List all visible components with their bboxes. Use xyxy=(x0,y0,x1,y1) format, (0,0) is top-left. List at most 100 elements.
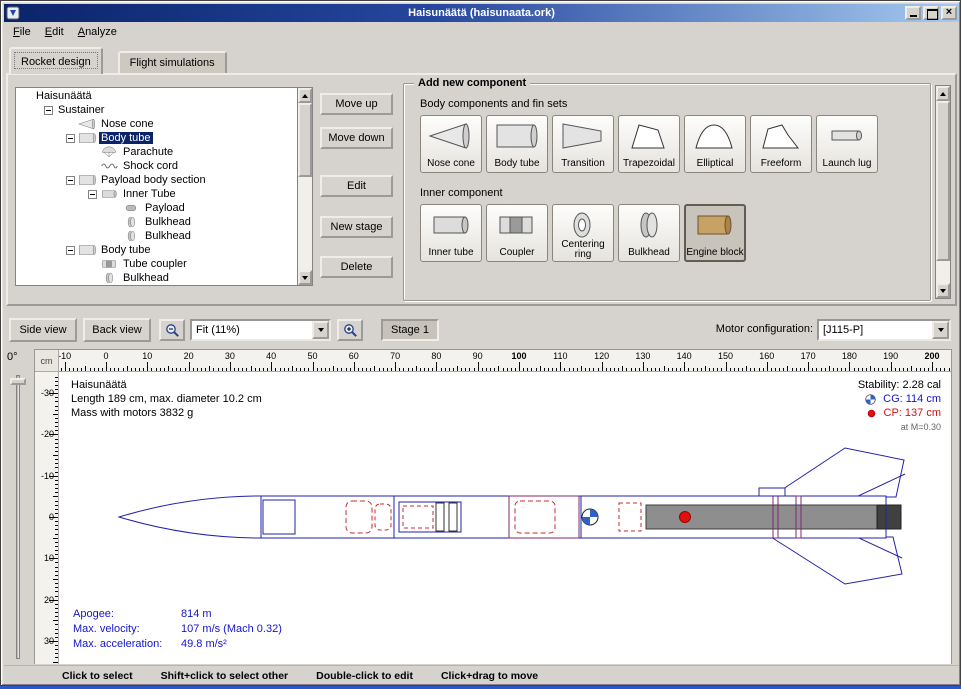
tab-flight-simulations[interactable]: Flight simulations xyxy=(118,51,227,73)
expander-minus-icon[interactable] xyxy=(66,246,75,255)
tree-item-payload[interactable]: Payload xyxy=(16,201,297,215)
tree-item-label: Inner Tube xyxy=(121,188,178,200)
rocket-mass: Mass with motors 3832 g xyxy=(71,406,262,420)
section-label-inner-component: Inner component xyxy=(420,187,930,199)
scrollbar-track[interactable] xyxy=(298,103,312,270)
title-bar[interactable]: Haisunäätä (haisunaata.ork) × xyxy=(4,4,959,22)
add-nose-cone-button[interactable]: Nose cone xyxy=(420,115,482,173)
tree-item-label: Parachute xyxy=(121,146,175,158)
motor-configuration-label: Motor configuration: xyxy=(665,323,813,335)
side-view-button[interactable]: Side view xyxy=(9,318,77,342)
chevron-down-icon[interactable] xyxy=(932,321,949,339)
scroll-down-button[interactable] xyxy=(298,270,312,285)
design-tree[interactable]: HaisunäätäSustainerNose coneBody tubePar… xyxy=(15,87,297,286)
tree-item-body-tube[interactable]: Body tube xyxy=(16,243,297,257)
menu-edit[interactable]: Edit xyxy=(38,24,71,40)
add-freeform-button[interactable]: Freeform xyxy=(750,115,812,173)
zoom-select[interactable]: Fit (11%) xyxy=(190,319,331,341)
scrollbar-thumb[interactable] xyxy=(936,101,950,261)
expander-minus-icon[interactable] xyxy=(66,134,75,143)
tab-rocket-design[interactable]: Rocket design xyxy=(9,47,103,74)
tree-item-label: Haisunäätä xyxy=(34,90,94,102)
add-trapezoidal-button[interactable]: Trapezoidal xyxy=(618,115,680,173)
section-label-body-components-and-fin-sets: Body components and fin sets xyxy=(420,98,930,110)
menu-analyze[interactable]: Analyze xyxy=(71,24,124,40)
status-hint: Click to select xyxy=(62,670,133,682)
move-down-button[interactable]: Move down xyxy=(320,127,393,149)
rotation-slider-handle[interactable] xyxy=(10,378,26,385)
flight-stats: Apogee:814 mMax. velocity:107 m/s (Mach … xyxy=(73,607,282,652)
ruler-label: 90 xyxy=(473,351,483,361)
back-view-button[interactable]: Back view xyxy=(83,318,151,342)
zoom-out-button[interactable] xyxy=(159,319,185,341)
minimize-button[interactable] xyxy=(905,6,921,20)
tree-item-inner-tube[interactable]: Inner Tube xyxy=(16,187,297,201)
zoom-in-button[interactable] xyxy=(337,319,363,341)
add-coupler-button[interactable]: Coupler xyxy=(486,204,548,262)
scroll-down-button[interactable] xyxy=(936,283,950,298)
add-inner-tube-button[interactable]: Inner tube xyxy=(420,204,482,262)
bulkhead-icon xyxy=(100,272,118,284)
stage-1-toggle[interactable]: Stage 1 xyxy=(381,319,439,341)
expander-minus-icon[interactable] xyxy=(44,106,53,115)
ruler-label: 50 xyxy=(307,351,317,361)
tree-item-label: Payload xyxy=(143,202,187,214)
inner-tube-icon xyxy=(428,210,472,240)
body-tube-forward xyxy=(261,496,394,538)
tree-item-label: Bulkhead xyxy=(143,230,193,242)
menu-file[interactable]: File xyxy=(6,24,38,40)
maximize-button[interactable] xyxy=(923,6,939,20)
tree-item-tube-coupler[interactable]: Tube coupler xyxy=(16,257,297,271)
application-window: Haisunäätä (haisunaata.ork) × FileEditAn… xyxy=(0,0,961,686)
ruler-label: 100 xyxy=(511,351,526,361)
add-elliptical-button[interactable]: Elliptical xyxy=(684,115,746,173)
scroll-up-button[interactable] xyxy=(936,86,950,101)
scrollbar-track[interactable] xyxy=(936,101,950,283)
tree-item-parachute[interactable]: Parachute xyxy=(16,145,297,159)
nose-cone-shape xyxy=(119,496,261,538)
tree-item-sustainer[interactable]: Sustainer xyxy=(16,103,297,117)
rocket-design-panel: HaisunäätäSustainerNose coneBody tubePar… xyxy=(6,73,957,306)
launch-lug xyxy=(759,488,785,496)
coupler-icon xyxy=(100,258,118,270)
rotation-slider[interactable] xyxy=(16,375,20,659)
tree-scrollbar[interactable] xyxy=(297,87,313,286)
component-button-row: Inner tubeCouplerCentering ringBulkheadE… xyxy=(420,204,930,262)
tree-item-nose-cone[interactable]: Nose cone xyxy=(16,117,297,131)
chevron-down-icon[interactable] xyxy=(312,321,329,339)
edit-button[interactable]: Edit xyxy=(320,175,393,197)
new-stage-button[interactable]: New stage xyxy=(320,216,393,238)
motor-configuration-select[interactable]: [J115-P] xyxy=(817,319,951,341)
tree-item-shock-cord[interactable]: Shock cord xyxy=(16,159,297,173)
tree-item-label: Payload body section xyxy=(99,174,208,186)
zoom-out-icon xyxy=(165,323,180,338)
palette-scrollbar[interactable] xyxy=(935,85,951,299)
tree-item-bulkhead[interactable]: Bulkhead xyxy=(16,215,297,229)
tree-item-payload-body-section[interactable]: Payload body section xyxy=(16,173,297,187)
scroll-up-button[interactable] xyxy=(298,88,312,103)
tree-item-bulkhead[interactable]: Bulkhead xyxy=(16,271,297,285)
expander-minus-icon[interactable] xyxy=(88,190,97,199)
tree-item-body-tube[interactable]: Body tube xyxy=(16,131,297,145)
app-icon[interactable] xyxy=(6,6,20,20)
add-centering-ring-button[interactable]: Centering ring xyxy=(552,204,614,262)
ruler-label: -30 xyxy=(41,388,54,398)
scrollbar-thumb[interactable] xyxy=(298,103,312,177)
add-transition-button[interactable]: Transition xyxy=(552,115,614,173)
zoom-in-icon xyxy=(343,323,358,338)
move-up-button[interactable]: Move up xyxy=(320,93,393,115)
ruler-label: 10 xyxy=(44,553,54,563)
tree-item-bulkhead[interactable]: Bulkhead xyxy=(16,229,297,243)
add-engine-block-button[interactable]: Engine block xyxy=(684,204,746,262)
transition-icon xyxy=(560,121,604,151)
delete-button[interactable]: Delete xyxy=(320,256,393,278)
close-button[interactable]: × xyxy=(941,6,957,20)
add-body-tube-button[interactable]: Body tube xyxy=(486,115,548,173)
cp-value: CP: 137 cm xyxy=(884,406,941,420)
tree-item-haisun-t[interactable]: Haisunäätä xyxy=(16,89,297,103)
expander-minus-icon[interactable] xyxy=(66,176,75,185)
add-component-groupbox: Add new component Body components and fi… xyxy=(403,83,931,301)
rocket-canvas[interactable]: Haisunäätä Length 189 cm, max. diameter … xyxy=(59,372,951,664)
add-bulkhead-button[interactable]: Bulkhead xyxy=(618,204,680,262)
add-launch-lug-button[interactable]: Launch lug xyxy=(816,115,878,173)
